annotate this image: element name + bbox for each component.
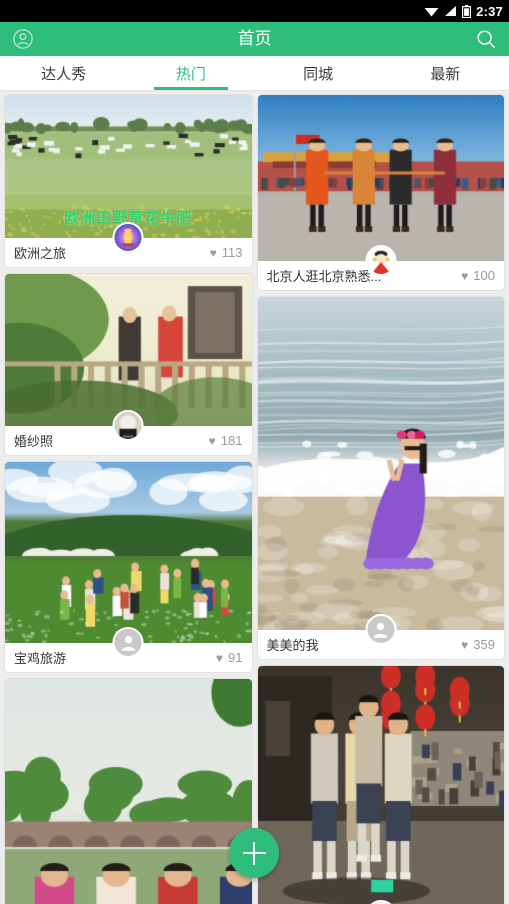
feed-card[interactable]: 婚纱照 ♥ 181 — [4, 273, 253, 456]
app-bar: 首页 — [0, 22, 509, 56]
feed-card[interactable] — [4, 678, 253, 904]
feed-card[interactable] — [257, 665, 506, 904]
like-count: 359 — [473, 637, 495, 652]
heart-icon: ♥ — [216, 652, 223, 664]
feed-card[interactable]: 宝鸡旅游 ♥ 91 — [4, 461, 253, 673]
card-image[interactable] — [258, 666, 505, 904]
search-icon[interactable] — [473, 26, 499, 52]
heart-icon: ♥ — [209, 435, 216, 447]
tab-remen[interactable]: 热门 — [127, 56, 254, 90]
page-title: 首页 — [0, 22, 509, 56]
avatar[interactable] — [113, 410, 144, 441]
like-counter[interactable]: ♥ 100 — [461, 268, 495, 283]
like-counter[interactable]: ♥ 181 — [209, 433, 243, 448]
like-counter[interactable]: ♥ 91 — [216, 650, 243, 665]
add-post-fab[interactable] — [229, 828, 279, 878]
profile-icon[interactable] — [10, 26, 36, 52]
like-count: 91 — [228, 650, 242, 665]
app-screen: 2:37 首页 达人秀 热门 同城 最新 欧洲田野草花牛肥欧洲之旅 ♥ 113 婚纱照… — [0, 0, 509, 904]
person-icon — [370, 619, 392, 641]
like-counter[interactable]: ♥ 359 — [461, 637, 495, 652]
avatar[interactable] — [113, 222, 144, 253]
heart-icon: ♥ — [461, 270, 468, 282]
card-title: 宝鸡旅游 — [14, 648, 66, 667]
tab-zuixin[interactable]: 最新 — [382, 56, 509, 90]
card-image[interactable] — [5, 679, 252, 904]
person-icon — [117, 632, 139, 654]
card-image[interactable] — [258, 297, 505, 630]
card-image[interactable] — [258, 95, 505, 261]
like-counter[interactable]: ♥ 113 — [210, 245, 243, 260]
feed-card[interactable]: 美美的我 ♥ 359 — [257, 296, 506, 660]
avatar[interactable] — [365, 614, 396, 645]
feed-column-right: 北京人逛北京熟悉... ♥ 100 美美的我 ♥ 359 — [257, 94, 506, 904]
feed-grid: 欧洲田野草花牛肥欧洲之旅 ♥ 113 婚纱照 ♥ 181 宝鸡旅游 ♥ 91 北京人逛北京熟悉.… — [0, 91, 509, 904]
status-bar-clock: 2:37 — [476, 5, 503, 18]
heart-icon: ♥ — [210, 247, 217, 259]
feed-card[interactable]: 北京人逛北京熟悉... ♥ 100 — [257, 94, 506, 291]
signal-icon — [444, 5, 457, 17]
card-title: 美美的我 — [267, 635, 319, 654]
card-title: 北京人逛北京熟悉... — [267, 266, 382, 285]
card-image[interactable]: 欧洲田野草花牛肥 — [5, 95, 252, 238]
like-count: 181 — [221, 433, 243, 448]
tab-tongcheng[interactable]: 同城 — [255, 56, 382, 90]
feed-column-left: 欧洲田野草花牛肥欧洲之旅 ♥ 113 婚纱照 ♥ 181 宝鸡旅游 ♥ 91 — [4, 94, 253, 904]
status-bar: 2:37 — [0, 0, 509, 22]
card-image[interactable] — [5, 462, 252, 643]
tab-bar: 达人秀 热门 同城 最新 — [0, 56, 509, 91]
card-title: 欧洲之旅 — [14, 243, 66, 262]
wifi-icon — [424, 5, 439, 17]
card-image[interactable] — [5, 274, 252, 426]
battery-icon — [462, 5, 471, 18]
like-count: 113 — [222, 245, 243, 260]
heart-icon: ♥ — [461, 639, 468, 651]
tab-darenxiu[interactable]: 达人秀 — [0, 56, 127, 90]
card-title: 婚纱照 — [14, 431, 53, 450]
avatar[interactable] — [113, 627, 144, 658]
feed-card[interactable]: 欧洲田野草花牛肥欧洲之旅 ♥ 113 — [4, 94, 253, 268]
avatar[interactable] — [365, 245, 396, 276]
like-count: 100 — [473, 268, 495, 283]
